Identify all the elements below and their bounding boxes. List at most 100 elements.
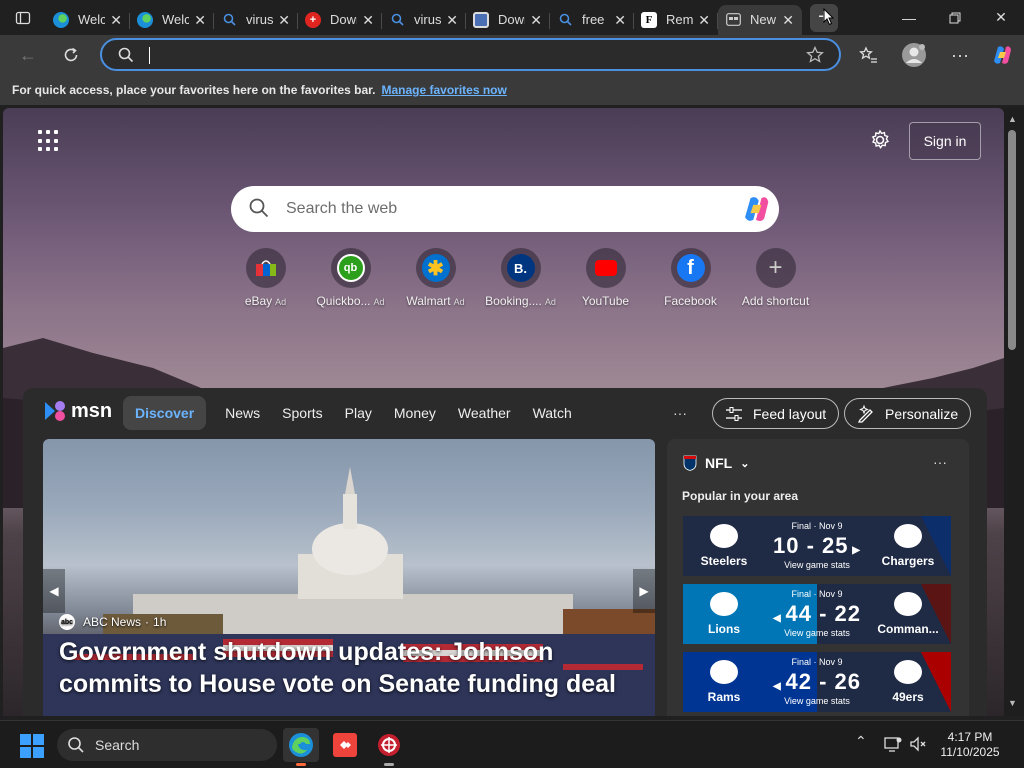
page-settings-button[interactable] [869,129,893,153]
tab-2[interactable]: virus ✕ [214,5,298,35]
restore-button[interactable] [932,0,978,35]
hero-next-button[interactable]: ▶ [633,569,655,613]
tab-5[interactable]: Download ✕ [466,5,550,35]
view-game-stats-link[interactable]: View game stats [767,696,867,706]
close-tab-icon[interactable]: ✕ [698,12,710,29]
tab-actions-button[interactable] [0,0,46,35]
shortcut-1[interactable]: qb Quickbo... Ad [308,248,393,308]
tab-3[interactable]: + Download ✕ [298,5,382,35]
shortcut-0[interactable]: eBay Ad [223,248,308,308]
hero-article[interactable]: ◀ ▶ abc ABC News · 1h Government shutdow… [43,439,655,716]
refresh-button[interactable] [53,37,89,73]
close-tab-icon[interactable]: ✕ [782,12,794,29]
web-search-input[interactable] [286,198,706,220]
msn-tab-watch[interactable]: Watch [522,396,583,430]
settings-more-button[interactable]: ··· [942,37,978,73]
network-icon[interactable] [884,735,902,753]
score-arrow-icon: ◀ [773,613,786,624]
start-button[interactable] [20,734,44,758]
view-game-stats-link[interactable]: View game stats [767,560,867,570]
close-tab-icon[interactable]: ✕ [446,12,458,29]
nfl-more-button[interactable]: ··· [933,454,947,470]
msn-tab-discover[interactable]: Discover [123,396,207,430]
favorites-button[interactable] [850,37,886,73]
favorite-star-icon[interactable] [806,46,824,64]
close-tab-icon[interactable]: ✕ [362,12,374,29]
shortcut-5[interactable]: f Facebook [648,248,733,308]
view-game-stats-link[interactable]: View game stats [767,628,867,638]
favorites-bar-text: For quick access, place your favorites h… [12,83,376,97]
shortcut-3[interactable]: B. Booking.... Ad [478,248,563,308]
tab-6[interactable]: free ✕ [550,5,634,35]
tab-4[interactable]: virus ✕ [382,5,466,35]
back-button[interactable]: ← [10,37,46,73]
close-tab-icon[interactable]: ✕ [110,12,122,29]
mouse-cursor-icon [823,7,835,25]
game-score: 44 - 22 [785,601,861,626]
shortcut-tile: + [755,248,796,288]
feed-layout-button[interactable]: Feed layout [712,398,840,429]
new-tab-button[interactable]: + [810,3,838,32]
tab-8[interactable]: New tab ✕ [718,4,802,35]
close-tab-icon[interactable]: ✕ [278,12,290,29]
team-logo-icon [710,660,738,684]
taskbar-anydesk[interactable] [327,728,363,762]
taskbar-app-red[interactable] [371,728,407,766]
manage-favorites-link[interactable]: Manage favorites now [381,83,506,97]
shortcut-4[interactable]: YouTube [563,248,648,308]
copilot-icon[interactable] [741,194,771,224]
close-tab-icon[interactable]: ✕ [530,12,542,29]
shortcut-label: Quickbo... Ad [316,294,384,308]
close-window-button[interactable]: ✕ [978,0,1024,35]
tab-1[interactable]: Welcome ✕ [130,5,214,35]
nfl-dropdown[interactable]: NFL ⌄ [683,455,749,471]
shortcut-6[interactable]: + Add shortcut [733,248,818,308]
scroll-thumb[interactable] [1008,130,1016,350]
msn-nav: Discover News Sports Play Money Weather Watch [123,396,583,430]
team-logo-icon [894,524,922,548]
hero-headline[interactable]: Government shutdown updates: Johnson com… [59,636,649,700]
tab-7[interactable]: F Remove ✕ [634,5,718,35]
search-icon [118,47,134,63]
nfl-game-2[interactable]: Rams Final · Nov 9 ◀ 42 - 26 View game stat… [683,652,951,712]
msn-tab-play[interactable]: Play [334,396,383,430]
clock-date: 11/10/2025 [940,745,1000,759]
taskbar-edge[interactable] [283,728,319,766]
sign-in-button[interactable]: Sign in [909,122,981,160]
address-input[interactable] [144,44,784,66]
system-clock[interactable]: 4:17 PM 11/10/2025 [925,730,1015,760]
show-hidden-icons[interactable]: ⌃ [855,733,867,750]
close-tab-icon[interactable]: ✕ [614,12,626,29]
away-team-name: 49ers [892,690,924,704]
copilot-button[interactable] [984,37,1020,73]
close-tab-icon[interactable]: ✕ [194,12,206,29]
team-logo-icon [710,592,738,616]
shortcut-2[interactable]: ✱ Walmart Ad [393,248,478,308]
tab-list: Welcome✕Welcome✕virus✕+Download✕virus✕Do… [46,0,802,35]
msn-more-button[interactable]: ··· [673,405,687,421]
taskbar-search[interactable]: Search [57,729,277,761]
minimize-button[interactable]: — [886,0,932,35]
msn-tab-news[interactable]: News [214,396,271,430]
nfl-game-1[interactable]: Lions Final · Nov 9 ◀ 44 - 22 View game sta… [683,584,951,644]
hero-prev-button[interactable]: ◀ [43,569,65,613]
scroll-down-icon[interactable]: ▼ [1008,698,1017,708]
web-search-box[interactable] [231,186,779,232]
booking-icon: B. [506,254,535,282]
app-launcher-button[interactable] [38,130,60,152]
msn-tab-money[interactable]: Money [383,396,447,430]
address-bar[interactable] [100,38,841,71]
ad-badge: Ad [373,297,385,307]
shortcut-label: Booking.... Ad [485,294,556,308]
personalize-button[interactable]: Personalize [844,398,972,429]
profile-button[interactable] [896,37,932,73]
nfl-game-0[interactable]: Steelers Final · Nov 9 10 - 25 ▶ View game … [683,516,951,576]
page-scrollbar[interactable]: ▲ ▼ [1004,108,1024,716]
msn-tab-weather[interactable]: Weather [447,396,522,430]
scroll-up-icon[interactable]: ▲ [1008,114,1017,124]
tab-0[interactable]: Welcome ✕ [46,5,130,35]
msn-logo[interactable]: msn [43,399,112,423]
shortcut-label: Add shortcut [742,294,809,308]
msn-tab-sports[interactable]: Sports [271,396,333,430]
shortcut-name: Add shortcut [741,294,810,308]
